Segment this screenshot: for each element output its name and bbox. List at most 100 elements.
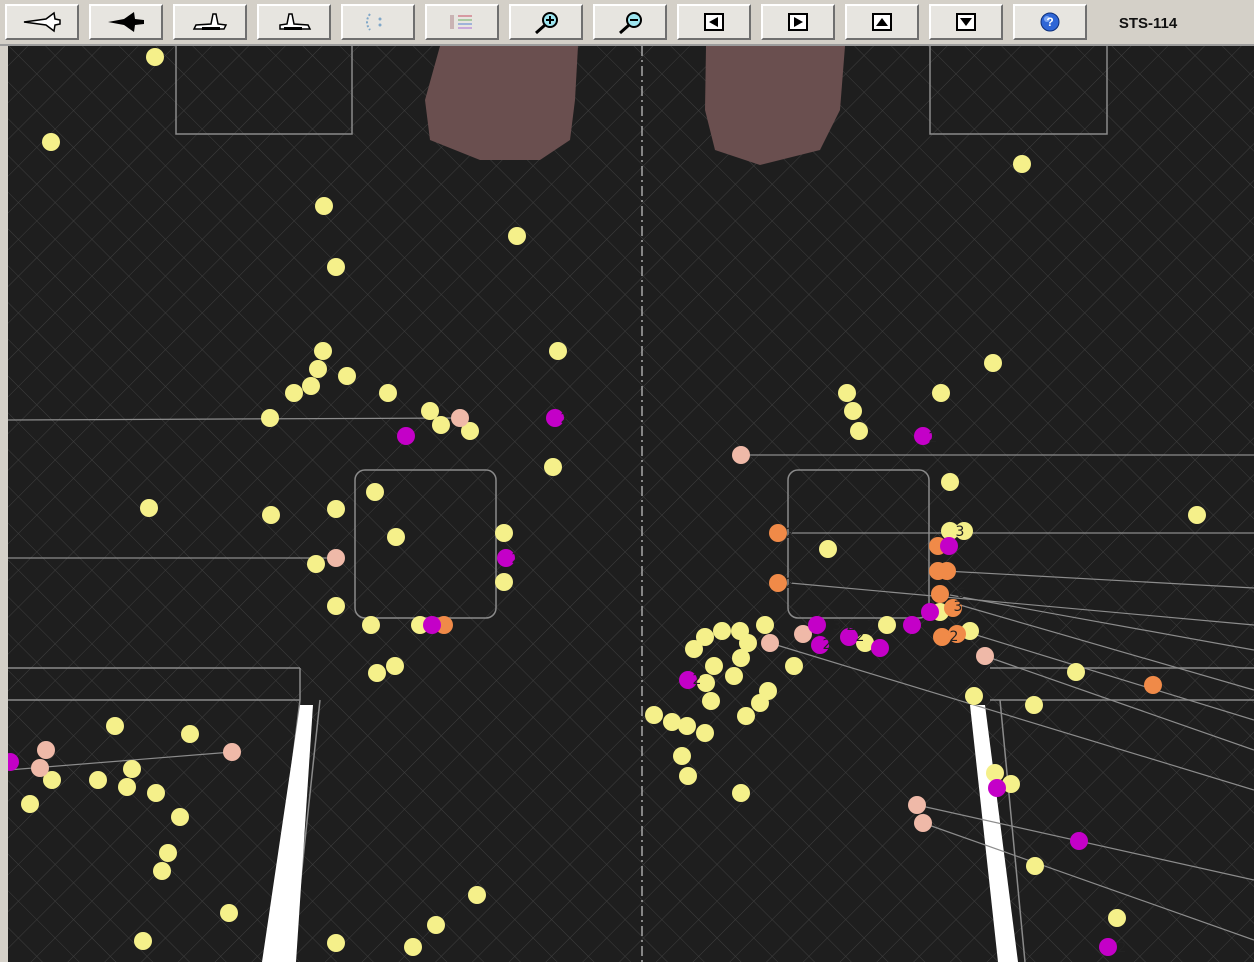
impact-mark-small[interactable] <box>878 616 896 634</box>
legend-toggle-button[interactable] <box>425 4 499 40</box>
impact-mark-small[interactable] <box>1067 663 1085 681</box>
impact-mark-medium[interactable] <box>732 446 750 464</box>
impact-mark-small[interactable] <box>713 622 731 640</box>
impact-mark-critical[interactable] <box>1070 832 1088 850</box>
impact-mark-critical[interactable] <box>397 427 415 445</box>
impact-mark-small[interactable] <box>368 664 386 682</box>
impact-mark-critical[interactable] <box>921 603 939 621</box>
impact-mark-small[interactable] <box>844 402 862 420</box>
impact-mark-small[interactable] <box>314 342 332 360</box>
orbiter-underside-viewport[interactable]: 2223226323222222 <box>8 46 1254 962</box>
impact-mark-small[interactable] <box>495 573 513 591</box>
impact-mark-small[interactable] <box>262 506 280 524</box>
impact-mark-small[interactable] <box>678 717 696 735</box>
impact-mark-small[interactable] <box>1188 506 1206 524</box>
impact-mark-large[interactable] <box>769 574 787 592</box>
pan-left-button[interactable] <box>677 4 751 40</box>
impact-mark-medium[interactable] <box>761 634 779 652</box>
impact-mark-small[interactable] <box>153 862 171 880</box>
impact-mark-small[interactable] <box>387 528 405 546</box>
impact-mark-small[interactable] <box>118 778 136 796</box>
impact-mark-small[interactable] <box>756 616 774 634</box>
impact-mark-small[interactable] <box>965 687 983 705</box>
impact-mark-small[interactable] <box>379 384 397 402</box>
impact-mark-small[interactable] <box>327 500 345 518</box>
selection-tool-button[interactable] <box>341 4 415 40</box>
impact-mark-small[interactable] <box>838 384 856 402</box>
impact-mark-small[interactable] <box>106 717 124 735</box>
impact-mark-critical[interactable] <box>808 616 826 634</box>
impact-mark-medium[interactable] <box>327 549 345 567</box>
impact-mark-large[interactable] <box>931 585 949 603</box>
impact-mark-medium[interactable] <box>914 814 932 832</box>
impact-mark-small[interactable] <box>941 473 959 491</box>
impact-mark-small[interactable] <box>362 616 380 634</box>
impact-mark-small[interactable] <box>508 227 526 245</box>
help-button[interactable]: ? <box>1013 4 1087 40</box>
impact-mark-small[interactable] <box>850 422 868 440</box>
impact-mark-small[interactable] <box>42 133 60 151</box>
impact-mark-small[interactable] <box>932 384 950 402</box>
impact-mark-small[interactable] <box>309 360 327 378</box>
impact-mark-small[interactable] <box>819 540 837 558</box>
impact-mark-medium[interactable] <box>31 759 49 777</box>
impact-mark-small[interactable] <box>147 784 165 802</box>
pan-down-button[interactable] <box>929 4 1003 40</box>
impact-mark-large[interactable] <box>933 628 951 646</box>
impact-mark-small[interactable] <box>645 706 663 724</box>
impact-mark-small[interactable] <box>1108 909 1126 927</box>
impact-mark-small[interactable] <box>285 384 303 402</box>
impact-mark-small[interactable] <box>495 524 513 542</box>
impact-mark-small[interactable] <box>327 934 345 952</box>
impact-mark-critical[interactable] <box>423 616 441 634</box>
impact-mark-small[interactable] <box>705 657 723 675</box>
impact-mark-small[interactable] <box>89 771 107 789</box>
impact-mark-large[interactable] <box>1144 676 1162 694</box>
impact-mark-small[interactable] <box>751 694 769 712</box>
impact-mark-critical[interactable] <box>988 779 1006 797</box>
impact-mark-small[interactable] <box>404 938 422 956</box>
impact-mark-small[interactable] <box>432 416 450 434</box>
impact-mark-small[interactable] <box>261 409 279 427</box>
impact-mark-small[interactable] <box>732 649 750 667</box>
impact-mark-small[interactable] <box>386 657 404 675</box>
impact-mark-medium[interactable] <box>37 741 55 759</box>
left-side-view-button[interactable] <box>173 4 247 40</box>
impact-mark-critical[interactable] <box>871 639 889 657</box>
impact-mark-small[interactable] <box>366 483 384 501</box>
debris-hit-map[interactable]: 2223226323 2 22 222 <box>8 46 1254 962</box>
impact-mark-small[interactable] <box>685 640 703 658</box>
impact-mark-small[interactable] <box>679 767 697 785</box>
impact-mark-large[interactable] <box>938 562 956 580</box>
impact-mark-small[interactable] <box>1025 696 1043 714</box>
side-view-button[interactable] <box>5 4 79 40</box>
zoom-out-button[interactable] <box>593 4 667 40</box>
impact-mark-medium[interactable] <box>908 796 926 814</box>
impact-mark-small[interactable] <box>327 258 345 276</box>
impact-mark-small[interactable] <box>134 932 152 950</box>
impact-mark-critical[interactable] <box>1099 938 1117 956</box>
right-side-view-button[interactable] <box>257 4 331 40</box>
impact-mark-small[interactable] <box>171 808 189 826</box>
impact-mark-large[interactable] <box>769 524 787 542</box>
impact-mark-small[interactable] <box>123 760 141 778</box>
impact-mark-small[interactable] <box>1026 857 1044 875</box>
impact-mark-medium[interactable] <box>976 647 994 665</box>
pan-up-button[interactable] <box>845 4 919 40</box>
impact-mark-small[interactable] <box>732 784 750 802</box>
impact-mark-small[interactable] <box>159 844 177 862</box>
pan-right-button[interactable] <box>761 4 835 40</box>
impact-mark-small[interactable] <box>696 724 714 742</box>
impact-mark-critical[interactable] <box>903 616 921 634</box>
impact-mark-medium[interactable] <box>223 743 241 761</box>
impact-mark-small[interactable] <box>725 667 743 685</box>
impact-mark-small[interactable] <box>544 458 562 476</box>
impact-mark-small[interactable] <box>549 342 567 360</box>
impact-mark-small[interactable] <box>421 402 439 420</box>
impact-mark-small[interactable] <box>302 377 320 395</box>
impact-mark-small[interactable] <box>307 555 325 573</box>
impact-mark-small[interactable] <box>181 725 199 743</box>
impact-mark-small[interactable] <box>21 795 39 813</box>
impact-mark-small[interactable] <box>984 354 1002 372</box>
impact-mark-small[interactable] <box>468 886 486 904</box>
